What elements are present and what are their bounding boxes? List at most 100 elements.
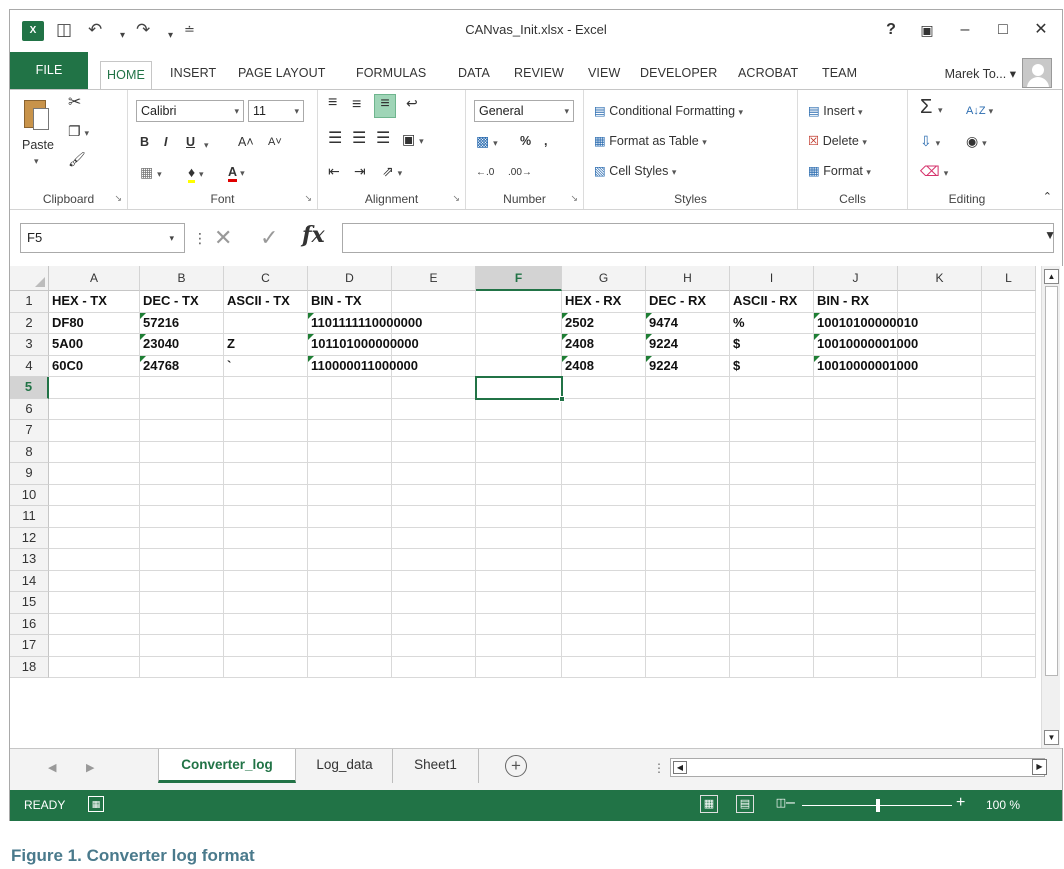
- cell-h9[interactable]: [646, 463, 730, 485]
- cell-e18[interactable]: [392, 656, 476, 678]
- ribbon-display-options-icon[interactable]: ▣: [916, 19, 938, 41]
- cell-f12[interactable]: [476, 527, 562, 549]
- cell-j7[interactable]: [814, 420, 898, 442]
- cell-j1[interactable]: BIN - RX: [814, 291, 898, 313]
- cell-j9[interactable]: [814, 463, 898, 485]
- cell-c6[interactable]: [224, 398, 308, 420]
- cell-e11[interactable]: [392, 506, 476, 528]
- bold-button[interactable]: B: [140, 133, 149, 151]
- cell-b5[interactable]: [140, 377, 224, 399]
- clear-icon[interactable]: ⌫ ▾: [920, 162, 948, 182]
- cell-a2[interactable]: DF80: [49, 312, 140, 334]
- cell-f11[interactable]: [476, 506, 562, 528]
- cell-h15[interactable]: [646, 592, 730, 614]
- sheet-tab-converter-log[interactable]: Converter_log: [158, 749, 296, 783]
- cell-e2[interactable]: [392, 312, 476, 334]
- conditional-formatting-button[interactable]: ▤ Conditional Formatting ▾: [594, 102, 743, 121]
- cell-e14[interactable]: [392, 570, 476, 592]
- paste-dropdown-icon[interactable]: ▾: [34, 152, 39, 170]
- next-sheet-icon[interactable]: ▶: [86, 761, 94, 774]
- tab-home[interactable]: HOME: [100, 61, 152, 90]
- maximize-button[interactable]: □: [992, 19, 1014, 41]
- prev-sheet-icon[interactable]: ◀: [48, 761, 56, 774]
- dialog-launcher-icon[interactable]: ↘: [452, 193, 460, 204]
- cell-a8[interactable]: [49, 441, 140, 463]
- borders-icon[interactable]: ▦ ▾: [140, 163, 162, 183]
- cell-h6[interactable]: [646, 398, 730, 420]
- cell-k16[interactable]: [898, 613, 982, 635]
- cell-j6[interactable]: [814, 398, 898, 420]
- cell-g10[interactable]: [562, 484, 646, 506]
- cell-b6[interactable]: [140, 398, 224, 420]
- cell-e7[interactable]: [392, 420, 476, 442]
- cell-d4[interactable]: 110000011000000: [308, 355, 418, 377]
- cell-j14[interactable]: [814, 570, 898, 592]
- accounting-format-icon[interactable]: ▩ ▾: [476, 132, 498, 152]
- dialog-launcher-icon[interactable]: ↘: [114, 193, 122, 204]
- cell-c2[interactable]: [224, 312, 308, 334]
- split-handle-icon[interactable]: ⋮: [653, 761, 665, 775]
- cell-e15[interactable]: [392, 592, 476, 614]
- cell-i8[interactable]: [730, 441, 814, 463]
- cell-a15[interactable]: [49, 592, 140, 614]
- cell-c17[interactable]: [224, 635, 308, 657]
- cell-d17[interactable]: [308, 635, 392, 657]
- fill-icon[interactable]: ⇩ ▾: [920, 132, 940, 152]
- cell-k7[interactable]: [898, 420, 982, 442]
- cell-i7[interactable]: [730, 420, 814, 442]
- cell-k17[interactable]: [898, 635, 982, 657]
- row-header-8[interactable]: 8: [10, 441, 49, 463]
- cell-a17[interactable]: [49, 635, 140, 657]
- close-button[interactable]: ✕: [1030, 19, 1052, 41]
- insert-function-icon[interactable]: fx: [302, 222, 325, 248]
- cell-d1[interactable]: BIN - TX: [308, 291, 392, 313]
- cell-c9[interactable]: [224, 463, 308, 485]
- cell-i12[interactable]: [730, 527, 814, 549]
- column-header-g[interactable]: G: [562, 266, 646, 291]
- cell-a4[interactable]: 60C0: [49, 355, 140, 377]
- cell-h10[interactable]: [646, 484, 730, 506]
- cell-a18[interactable]: [49, 656, 140, 678]
- cell-l7[interactable]: [982, 420, 1036, 442]
- font-size-select[interactable]: 11 ▾: [248, 100, 304, 122]
- cell-c18[interactable]: [224, 656, 308, 678]
- name-box[interactable]: F5 ▾: [20, 223, 185, 253]
- tab-developer[interactable]: DEVELOPER: [640, 62, 717, 86]
- cell-k5[interactable]: [898, 377, 982, 399]
- worksheet-grid[interactable]: A B C D E F G H I J K L 1 HEX - TX DEC - TX ASCII - TX B…: [10, 266, 1064, 748]
- cell-k18[interactable]: [898, 656, 982, 678]
- dialog-launcher-icon[interactable]: ↘: [570, 193, 578, 204]
- column-header-b[interactable]: B: [140, 266, 224, 291]
- row-header-4[interactable]: 4: [10, 355, 49, 377]
- cell-j2[interactable]: 10010100000010: [814, 312, 918, 334]
- cell-g12[interactable]: [562, 527, 646, 549]
- row-header-12[interactable]: 12: [10, 527, 49, 549]
- cell-d16[interactable]: [308, 613, 392, 635]
- cut-icon[interactable]: ✂: [68, 94, 81, 112]
- cell-k11[interactable]: [898, 506, 982, 528]
- cell-k3[interactable]: [898, 334, 982, 356]
- cell-i14[interactable]: [730, 570, 814, 592]
- cell-h11[interactable]: [646, 506, 730, 528]
- tab-data[interactable]: DATA: [458, 62, 490, 86]
- cell-b1[interactable]: DEC - TX: [140, 291, 224, 313]
- cell-b17[interactable]: [140, 635, 224, 657]
- scroll-right-icon[interactable]: ▶: [1032, 759, 1047, 775]
- cell-c14[interactable]: [224, 570, 308, 592]
- align-center-icon[interactable]: ☰: [352, 130, 366, 148]
- cell-b14[interactable]: [140, 570, 224, 592]
- cell-g8[interactable]: [562, 441, 646, 463]
- page-layout-view-icon[interactable]: ▤: [736, 795, 754, 813]
- normal-view-icon[interactable]: ▦: [700, 795, 718, 813]
- cell-l15[interactable]: [982, 592, 1036, 614]
- cell-a14[interactable]: [49, 570, 140, 592]
- macro-record-icon[interactable]: ▦: [88, 796, 104, 812]
- cell-c16[interactable]: [224, 613, 308, 635]
- cell-i2[interactable]: %: [730, 312, 814, 334]
- cell-j3[interactable]: 10010000001000: [814, 334, 918, 356]
- cell-e4[interactable]: [392, 355, 476, 377]
- cell-d2[interactable]: 1101111110000000: [308, 312, 422, 334]
- increase-decimal-button[interactable]: ←.0: [476, 164, 494, 182]
- cell-j13[interactable]: [814, 549, 898, 571]
- dialog-launcher-icon[interactable]: ↘: [304, 193, 312, 204]
